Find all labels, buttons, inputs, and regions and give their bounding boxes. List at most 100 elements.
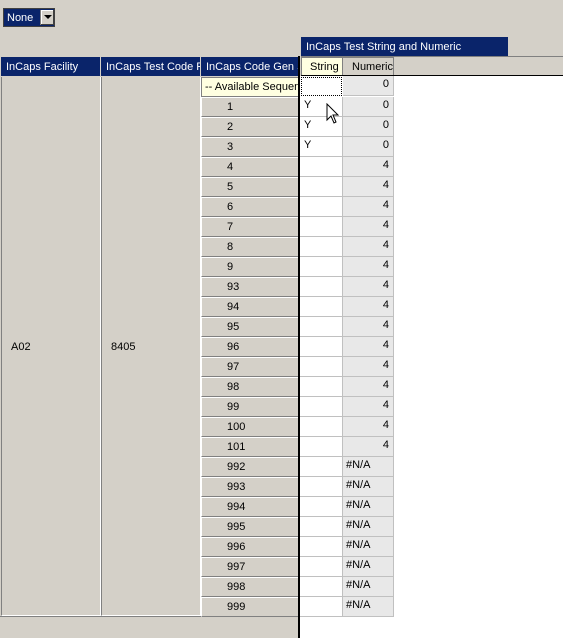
sequence-cell[interactable]: 101	[201, 437, 299, 457]
numeric-cell[interactable]: 4	[343, 257, 394, 277]
numeric-cell[interactable]: #N/A	[343, 597, 394, 617]
sequence-cell[interactable]: 997	[201, 557, 299, 577]
sequence-cell[interactable]: 96	[201, 337, 299, 357]
numeric-cell[interactable]: 4	[343, 217, 394, 237]
numeric-cell[interactable]: 0	[343, 97, 394, 117]
sequence-cell[interactable]: 95	[201, 317, 299, 337]
pane-splitter[interactable]	[298, 56, 300, 638]
numeric-cell[interactable]: 0	[343, 137, 394, 157]
string-cell[interactable]	[300, 397, 343, 417]
numeric-cell[interactable]: #N/A	[343, 577, 394, 597]
string-cell[interactable]	[300, 197, 343, 217]
filter-dropdown[interactable]: None	[3, 8, 55, 27]
numeric-cell[interactable]: 4	[343, 317, 394, 337]
string-cell[interactable]	[300, 157, 343, 177]
sequence-cell[interactable]: 4	[201, 157, 299, 177]
sequence-cell[interactable]: 5	[201, 177, 299, 197]
numeric-cell[interactable]: 4	[343, 397, 394, 417]
numeric-cell[interactable]: 4	[343, 197, 394, 217]
sequence-cell[interactable]: 992	[201, 457, 299, 477]
sequence-value: 993	[227, 481, 246, 493]
string-cell[interactable]	[300, 177, 343, 197]
sequence-cell[interactable]: 3	[201, 137, 299, 157]
string-cell[interactable]	[300, 357, 343, 377]
string-cell[interactable]	[300, 317, 343, 337]
sequence-cell[interactable]: 2	[201, 117, 299, 137]
numeric-cell[interactable]: 4	[343, 237, 394, 257]
sequence-cell[interactable]: 994	[201, 497, 299, 517]
sequence-cell[interactable]: 94	[201, 297, 299, 317]
string-cell[interactable]: Y	[300, 137, 343, 157]
sequence-value: 93	[227, 281, 240, 293]
sequence-cell[interactable]: 8	[201, 237, 299, 257]
sequence-cell[interactable]: 998	[201, 577, 299, 597]
sequence-cell[interactable]: 99	[201, 397, 299, 417]
sequence-cell[interactable]: 7	[201, 217, 299, 237]
sequence-cell[interactable]: 993	[201, 477, 299, 497]
header-numeric[interactable]: Numeric	[343, 57, 394, 76]
numeric-cell[interactable]: 4	[343, 377, 394, 397]
sequence-cell[interactable]: 97	[201, 357, 299, 377]
available-sequence-cell[interactable]: -- Available Sequen	[201, 77, 299, 97]
sequence-value: 6	[227, 201, 234, 213]
string-cell[interactable]	[300, 577, 343, 597]
numeric-cell[interactable]: #N/A	[343, 497, 394, 517]
numeric-cell[interactable]: 4	[343, 297, 394, 317]
string-cell[interactable]	[300, 217, 343, 237]
numeric-cell[interactable]: 4	[343, 417, 394, 437]
string-cell[interactable]	[300, 517, 343, 537]
numeric-cell[interactable]: 4	[343, 157, 394, 177]
string-cell[interactable]	[300, 257, 343, 277]
string-cell[interactable]	[300, 417, 343, 437]
sequence-cell[interactable]: 9	[201, 257, 299, 277]
numeric-cell[interactable]: #N/A	[343, 477, 394, 497]
numeric-cell[interactable]: #N/A	[343, 457, 394, 477]
test-code-cell[interactable]: 8405	[101, 77, 201, 616]
numeric-cell[interactable]: 4	[343, 357, 394, 377]
numeric-cell[interactable]: #N/A	[343, 557, 394, 577]
string-cell[interactable]	[300, 477, 343, 497]
string-cell[interactable]	[300, 457, 343, 477]
numeric-cell[interactable]: 4	[343, 437, 394, 457]
numeric-cell[interactable]: #N/A	[343, 517, 394, 537]
sequence-value: 3	[227, 141, 234, 153]
sequence-cell[interactable]: 999	[201, 597, 299, 617]
string-cell-selected[interactable]	[301, 77, 342, 96]
string-cell[interactable]	[300, 377, 343, 397]
sequence-value: 94	[227, 301, 240, 313]
header-test-code[interactable]: InCaps Test Code F	[101, 57, 201, 76]
numeric-cell[interactable]: 4	[343, 277, 394, 297]
string-cell[interactable]	[300, 557, 343, 577]
numeric-cell[interactable]: 0	[343, 76, 394, 96]
sequence-value: 97	[227, 361, 240, 373]
string-cell[interactable]	[300, 337, 343, 357]
string-cell[interactable]	[300, 497, 343, 517]
sequence-cell[interactable]: 100	[201, 417, 299, 437]
header-facility[interactable]: InCaps Facility	[1, 57, 101, 76]
numeric-cell[interactable]: 0	[343, 117, 394, 137]
sequence-cell[interactable]: 995	[201, 517, 299, 537]
string-cell[interactable]	[300, 537, 343, 557]
numeric-cell[interactable]: 4	[343, 177, 394, 197]
string-cell[interactable]	[300, 297, 343, 317]
string-cell[interactable]	[300, 237, 343, 257]
facility-value: A02	[11, 341, 31, 353]
string-cell[interactable]	[300, 277, 343, 297]
sequence-cell[interactable]: 996	[201, 537, 299, 557]
filter-value: None	[7, 12, 34, 24]
string-cell[interactable]	[300, 597, 343, 617]
facility-cell[interactable]: A02	[1, 77, 101, 616]
test-code-value: 8405	[111, 341, 136, 353]
sequence-cell[interactable]: 6	[201, 197, 299, 217]
dropdown-arrow-icon[interactable]	[40, 10, 54, 25]
numeric-cell[interactable]: 4	[343, 337, 394, 357]
string-cell[interactable]	[300, 437, 343, 457]
sequence-cell[interactable]: 1	[201, 97, 299, 117]
header-code-gen[interactable]: InCaps Code Gen S	[201, 57, 299, 76]
sequence-value: 995	[227, 521, 246, 533]
numeric-cell[interactable]: #N/A	[343, 537, 394, 557]
sequence-cell[interactable]: 93	[201, 277, 299, 297]
header-string[interactable]: String	[301, 57, 343, 76]
header-group-string-numeric[interactable]: InCaps Test String and Numeric	[301, 37, 509, 56]
sequence-cell[interactable]: 98	[201, 377, 299, 397]
